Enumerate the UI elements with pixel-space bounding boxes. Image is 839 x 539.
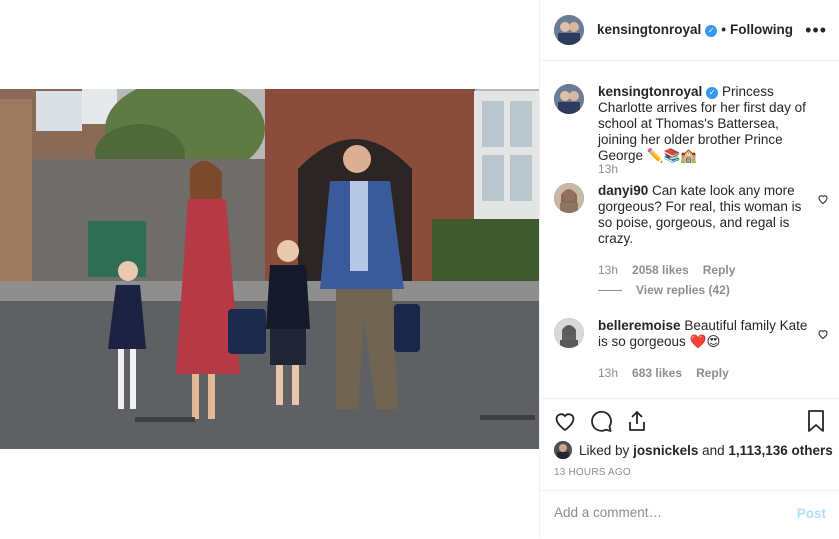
likes-joiner: and bbox=[702, 443, 725, 458]
comment-text: belleremoise Beautiful family Kate is so… bbox=[598, 318, 818, 350]
post-comment-button[interactable]: Post bbox=[797, 506, 826, 521]
post-timestamp[interactable]: 13 HOURS AGO bbox=[554, 467, 631, 478]
caption-text: kensingtonroyal ✓ Princess Charlotte arri… bbox=[598, 84, 818, 164]
separator-dot: • bbox=[721, 22, 727, 37]
caption-time[interactable]: 13h bbox=[598, 162, 618, 176]
liker-username[interactable]: josnickels bbox=[633, 443, 698, 458]
verified-badge-icon: ✓ bbox=[706, 87, 719, 99]
caption-meta: 13h bbox=[598, 162, 632, 176]
comment-username[interactable]: danyi90 bbox=[598, 183, 648, 198]
likes-prefix: Liked by bbox=[579, 443, 630, 458]
caption-username[interactable]: kensingtonroyal bbox=[598, 84, 702, 99]
reply-button[interactable]: Reply bbox=[696, 366, 729, 380]
liker-avatar[interactable] bbox=[554, 441, 572, 459]
comment-like-heart-icon[interactable] bbox=[817, 193, 829, 205]
comment-username[interactable]: belleremoise bbox=[598, 318, 681, 333]
more-options-icon[interactable]: ••• bbox=[805, 20, 827, 41]
add-comment-input[interactable] bbox=[554, 505, 774, 520]
comment-likes[interactable]: 683 likes bbox=[632, 366, 682, 380]
comment-meta: 13h 2058 likes Reply bbox=[598, 263, 749, 277]
likes-text: Liked by josnickels and 1,113,136 others bbox=[579, 443, 833, 458]
reply-button[interactable]: Reply bbox=[703, 263, 736, 277]
following-button[interactable]: Following bbox=[730, 22, 793, 37]
caption-avatar[interactable] bbox=[554, 84, 584, 114]
comment-bubble-icon[interactable] bbox=[589, 409, 613, 433]
view-replies-label: View replies (42) bbox=[636, 283, 730, 297]
view-replies-button[interactable]: View replies (42) bbox=[598, 283, 730, 297]
comment-time[interactable]: 13h bbox=[598, 366, 618, 380]
bookmark-icon[interactable] bbox=[804, 409, 828, 433]
post-sidebar: kensingtonroyal ✓ • Following ••• kensingto… bbox=[540, 0, 839, 538]
likes-summary: Liked by josnickels and 1,113,136 others bbox=[554, 441, 839, 461]
header-user-line: kensingtonroyal ✓ • Following bbox=[597, 22, 793, 37]
comments-list: kensingtonroyal ✓ Princess Charlotte arri… bbox=[540, 61, 839, 397]
header-username[interactable]: kensingtonroyal bbox=[597, 22, 701, 37]
comment-avatar[interactable] bbox=[554, 183, 584, 213]
comment-item: danyi90 Can kate look any more gorgeous?… bbox=[554, 183, 829, 303]
comment-likes[interactable]: 2058 likes bbox=[632, 263, 689, 277]
add-comment-bar: Post bbox=[540, 490, 839, 539]
likes-others[interactable]: 1,113,136 others bbox=[728, 443, 832, 458]
caption-item: kensingtonroyal ✓ Princess Charlotte arri… bbox=[554, 84, 829, 184]
verified-badge-icon: ✓ bbox=[705, 25, 718, 37]
comment-meta: 13h 683 likes Reply bbox=[598, 366, 743, 380]
post-header: kensingtonroyal ✓ • Following ••• bbox=[540, 0, 839, 61]
comment-time[interactable]: 13h bbox=[598, 263, 618, 277]
comment-like-heart-icon[interactable] bbox=[817, 328, 829, 340]
share-icon[interactable] bbox=[625, 409, 649, 433]
photo-pane bbox=[0, 0, 539, 538]
view-replies-line bbox=[598, 290, 622, 292]
comment-avatar[interactable] bbox=[554, 318, 584, 348]
action-bar bbox=[540, 398, 839, 441]
like-heart-icon[interactable] bbox=[553, 409, 577, 433]
post-photo-image bbox=[0, 89, 539, 449]
comment-text: danyi90 Can kate look any more gorgeous?… bbox=[598, 183, 818, 247]
profile-avatar[interactable] bbox=[554, 15, 584, 45]
comment-item: belleremoise Beautiful family Kate is so… bbox=[554, 318, 829, 388]
post-photo[interactable] bbox=[0, 89, 539, 449]
